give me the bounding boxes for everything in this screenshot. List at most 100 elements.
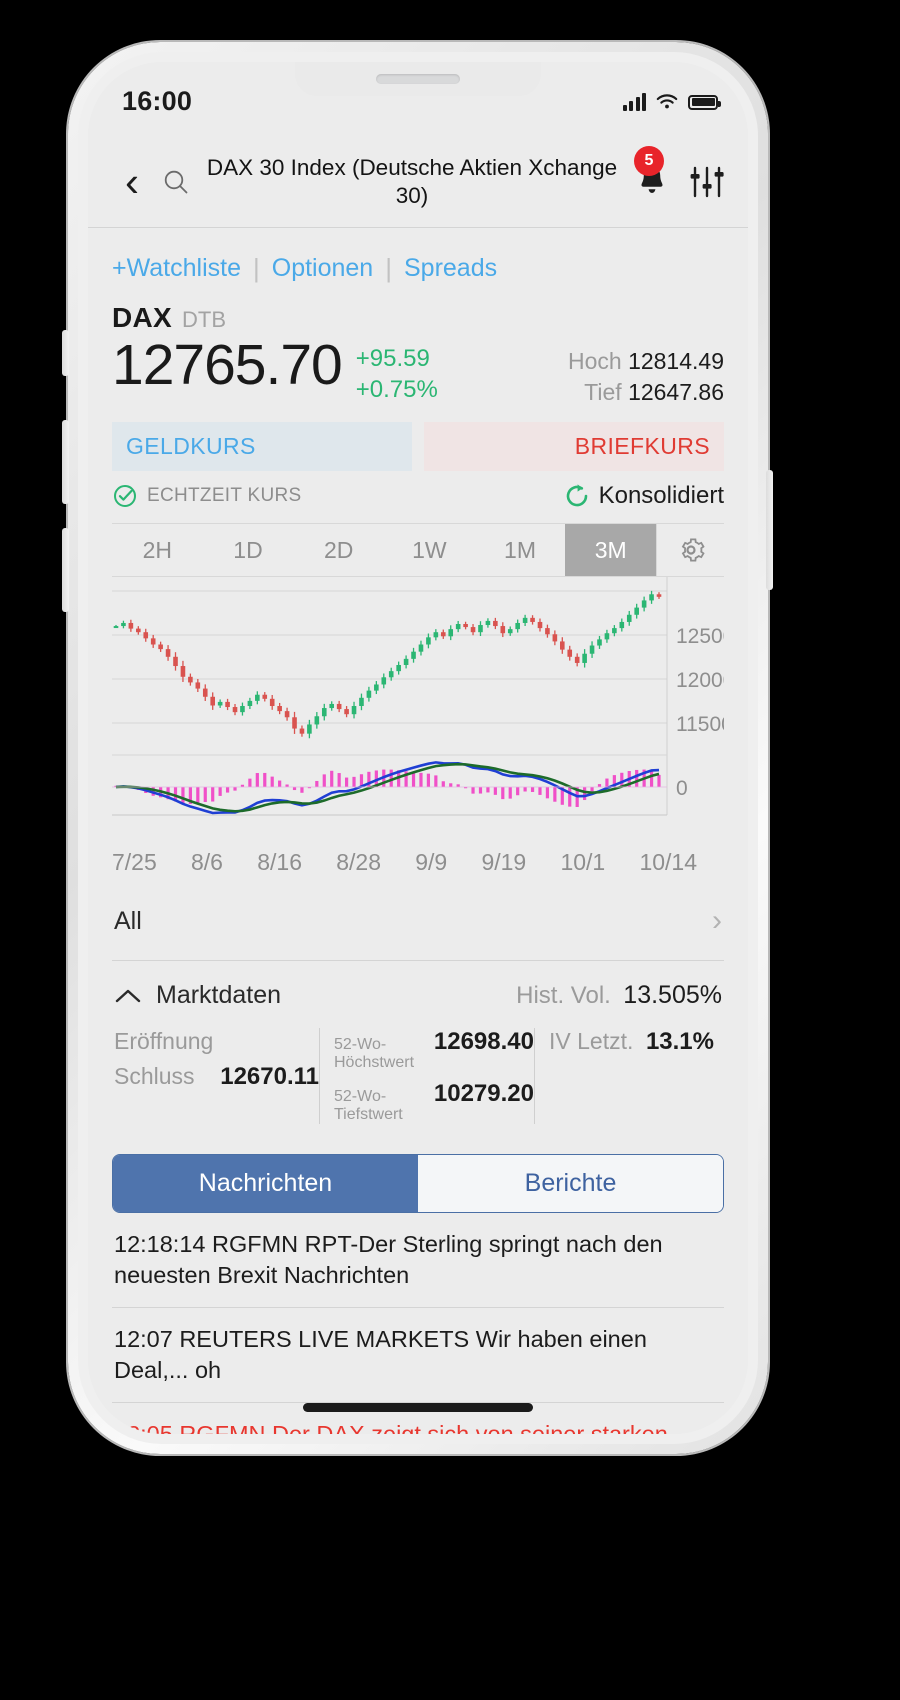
link-optionen[interactable]: Optionen bbox=[272, 254, 373, 283]
timeframe-2d[interactable]: 2D bbox=[293, 524, 384, 576]
hist-vol-value: 13.505% bbox=[623, 981, 722, 1010]
low-row: Tief 12647.86 bbox=[568, 377, 724, 408]
volume-up-button[interactable] bbox=[62, 420, 69, 504]
search-button[interactable] bbox=[154, 167, 198, 197]
change-absolute: +95.59 bbox=[355, 345, 430, 372]
market-data-row: Schluss 12670.11 bbox=[114, 1063, 319, 1091]
xtick-3: 8/28 bbox=[336, 849, 381, 876]
svg-text:0: 0 bbox=[676, 777, 688, 800]
page-content: +Watchliste | Optionen | Spreads DAX DTB… bbox=[88, 229, 748, 1434]
timeframe-tabs: 2H 1D 2D 1W 1M 3M bbox=[112, 523, 724, 578]
chart-settings-button[interactable] bbox=[656, 524, 724, 577]
chevron-right-icon: › bbox=[712, 904, 722, 938]
high-value: 12814.49 bbox=[628, 348, 724, 374]
chart-canvas: 12500 12000 11500 0 bbox=[112, 577, 724, 816]
news-item[interactable]: 12:18:14 RGFMN RPT-Der Sterling springt … bbox=[112, 1213, 724, 1309]
change-percent: +0.75% bbox=[355, 375, 438, 403]
sliders-icon bbox=[690, 166, 724, 197]
xtick-1: 8/6 bbox=[191, 849, 223, 876]
tab-nachrichten[interactable]: Nachrichten bbox=[113, 1155, 418, 1213]
navigation-bar: ‹ DAX 30 Index (Deutsche Aktien Xchange … bbox=[88, 136, 748, 228]
all-row[interactable]: All › bbox=[112, 876, 724, 962]
xtick-0: 7/25 bbox=[112, 849, 157, 876]
bid-button[interactable]: GELDKURS bbox=[112, 422, 412, 472]
link-divider: | bbox=[385, 253, 392, 283]
hist-vol-group: Hist. Vol. 13.505% bbox=[516, 981, 722, 1010]
symbol-exchange: DTB bbox=[182, 307, 227, 332]
wk52-low-value: 10279.20 bbox=[433, 1080, 534, 1108]
realtime-indicator: ECHTZEIT KURS bbox=[112, 483, 302, 509]
refresh-icon bbox=[566, 484, 587, 507]
market-data-row: IV Letzt. 13.1% bbox=[549, 1028, 714, 1056]
check-circle-icon bbox=[114, 485, 136, 508]
xtick-6: 10/1 bbox=[560, 849, 606, 876]
screenshot-root: 16:00 ‹ DAX 30 Index (Deutsche Aktien Xc… bbox=[0, 0, 900, 1700]
power-button[interactable] bbox=[766, 470, 773, 590]
xtick-5: 9/19 bbox=[481, 849, 527, 876]
market-data-header[interactable]: Marktdaten Hist. Vol. 13.505% bbox=[112, 961, 724, 1022]
symbol-row: DAX DTB bbox=[88, 292, 748, 334]
status-time: 16:00 bbox=[122, 85, 193, 116]
status-icons bbox=[622, 92, 721, 111]
market-data-row: Eröffnung bbox=[114, 1028, 319, 1055]
settings-button[interactable] bbox=[678, 165, 726, 199]
consolidated-label: Konsolidiert bbox=[598, 482, 724, 510]
schluss-value: 12670.11 bbox=[220, 1063, 319, 1091]
wk52-high-value: 12698.40 bbox=[433, 1028, 534, 1056]
link-divider: | bbox=[252, 253, 260, 283]
timeframe-1w[interactable]: 1W bbox=[384, 524, 475, 576]
chart-x-axis: 7/25 8/6 8/16 8/28 9/9 9/19 10/1 10/14 bbox=[112, 847, 697, 876]
last-price: 12765.70 bbox=[112, 333, 343, 397]
search-icon bbox=[164, 170, 188, 193]
earpiece-speaker bbox=[376, 74, 460, 84]
link-watchlist[interactable]: +Watchliste bbox=[112, 254, 241, 283]
consolidated-indicator[interactable]: Konsolidiert bbox=[562, 481, 724, 511]
wk52-high-label: 52-Wo-Höchstwert bbox=[334, 1036, 415, 1072]
eroeffnung-label: Eröffnung bbox=[114, 1028, 214, 1055]
bid-ask-row: GELDKURS BRIEFKURS bbox=[112, 422, 724, 472]
phone-screen: 16:00 ‹ DAX 30 Index (Deutsche Aktien Xc… bbox=[88, 62, 748, 1434]
high-row: Hoch 12814.49 bbox=[568, 346, 724, 377]
back-button[interactable]: ‹ bbox=[110, 160, 154, 203]
timeframe-3m[interactable]: 3M bbox=[565, 524, 657, 577]
price-change-group: +95.59 +0.75% bbox=[356, 344, 438, 405]
page-title: DAX 30 Index (Deutsche Aktien Xchange 30… bbox=[206, 155, 618, 208]
price-chart[interactable]: 12500 12000 11500 0 bbox=[112, 577, 724, 847]
link-spreads[interactable]: Spreads bbox=[404, 254, 497, 283]
quote-meta-row: ECHTZEIT KURS Konsolidiert bbox=[88, 471, 748, 523]
volume-down-button[interactable] bbox=[62, 528, 69, 612]
market-data-row: 52-Wo-Höchstwert 12698.40 bbox=[334, 1028, 534, 1072]
market-data-column-1: Eröffnung Schluss 12670.11 bbox=[114, 1028, 319, 1124]
hist-vol-label: Hist. Vol. bbox=[516, 982, 611, 1010]
market-data-row: 52-Wo-Tiefstwert 10279.20 bbox=[334, 1080, 534, 1124]
alerts-button[interactable]: 5 bbox=[626, 145, 678, 201]
news-item[interactable]: 12:07 REUTERS LIVE MARKETS Wir haben ein… bbox=[112, 1308, 724, 1404]
timeframe-2h[interactable]: 2H bbox=[112, 524, 203, 576]
timeframe-1d[interactable]: 1D bbox=[203, 524, 294, 576]
timeframe-1m[interactable]: 1M bbox=[475, 524, 566, 576]
gear-icon bbox=[681, 538, 705, 562]
market-data-grid: Eröffnung Schluss 12670.11 52-Wo-Höchstw… bbox=[112, 1022, 724, 1138]
quick-links: +Watchliste | Optionen | Spreads bbox=[88, 229, 748, 292]
news-tabs: Nachrichten Berichte bbox=[112, 1154, 724, 1214]
chevron-up-icon bbox=[115, 989, 141, 1002]
market-data-column-3: IV Letzt. 13.1% bbox=[534, 1028, 714, 1125]
wk52-low-label: 52-Wo-Tiefstwert bbox=[334, 1088, 403, 1124]
realtime-label: ECHTZEIT KURS bbox=[147, 485, 302, 507]
iv-letzt-value: 13.1% bbox=[645, 1028, 714, 1056]
wifi-icon bbox=[656, 94, 678, 109]
all-label: All bbox=[114, 906, 142, 935]
low-label: Tief bbox=[584, 379, 622, 406]
mute-switch[interactable] bbox=[62, 330, 69, 376]
price-row: 12765.70 +95.59 +0.75% Hoch 12814.49 Tie… bbox=[88, 334, 748, 408]
high-low-group: Hoch 12814.49 Tief 12647.86 bbox=[568, 346, 724, 408]
tab-berichte[interactable]: Berichte bbox=[418, 1155, 723, 1213]
market-data-title-group: Marktdaten bbox=[114, 981, 281, 1010]
home-indicator[interactable] bbox=[303, 1403, 533, 1412]
high-label: Hoch bbox=[567, 348, 622, 374]
xtick-7: 10/14 bbox=[639, 849, 697, 876]
alerts-badge: 5 bbox=[634, 145, 664, 176]
iv-letzt-label: IV Letzt. bbox=[549, 1028, 634, 1055]
ask-button[interactable]: BRIEFKURS bbox=[424, 422, 724, 472]
news-list: 12:18:14 RGFMN RPT-Der Sterling springt … bbox=[112, 1213, 724, 1434]
